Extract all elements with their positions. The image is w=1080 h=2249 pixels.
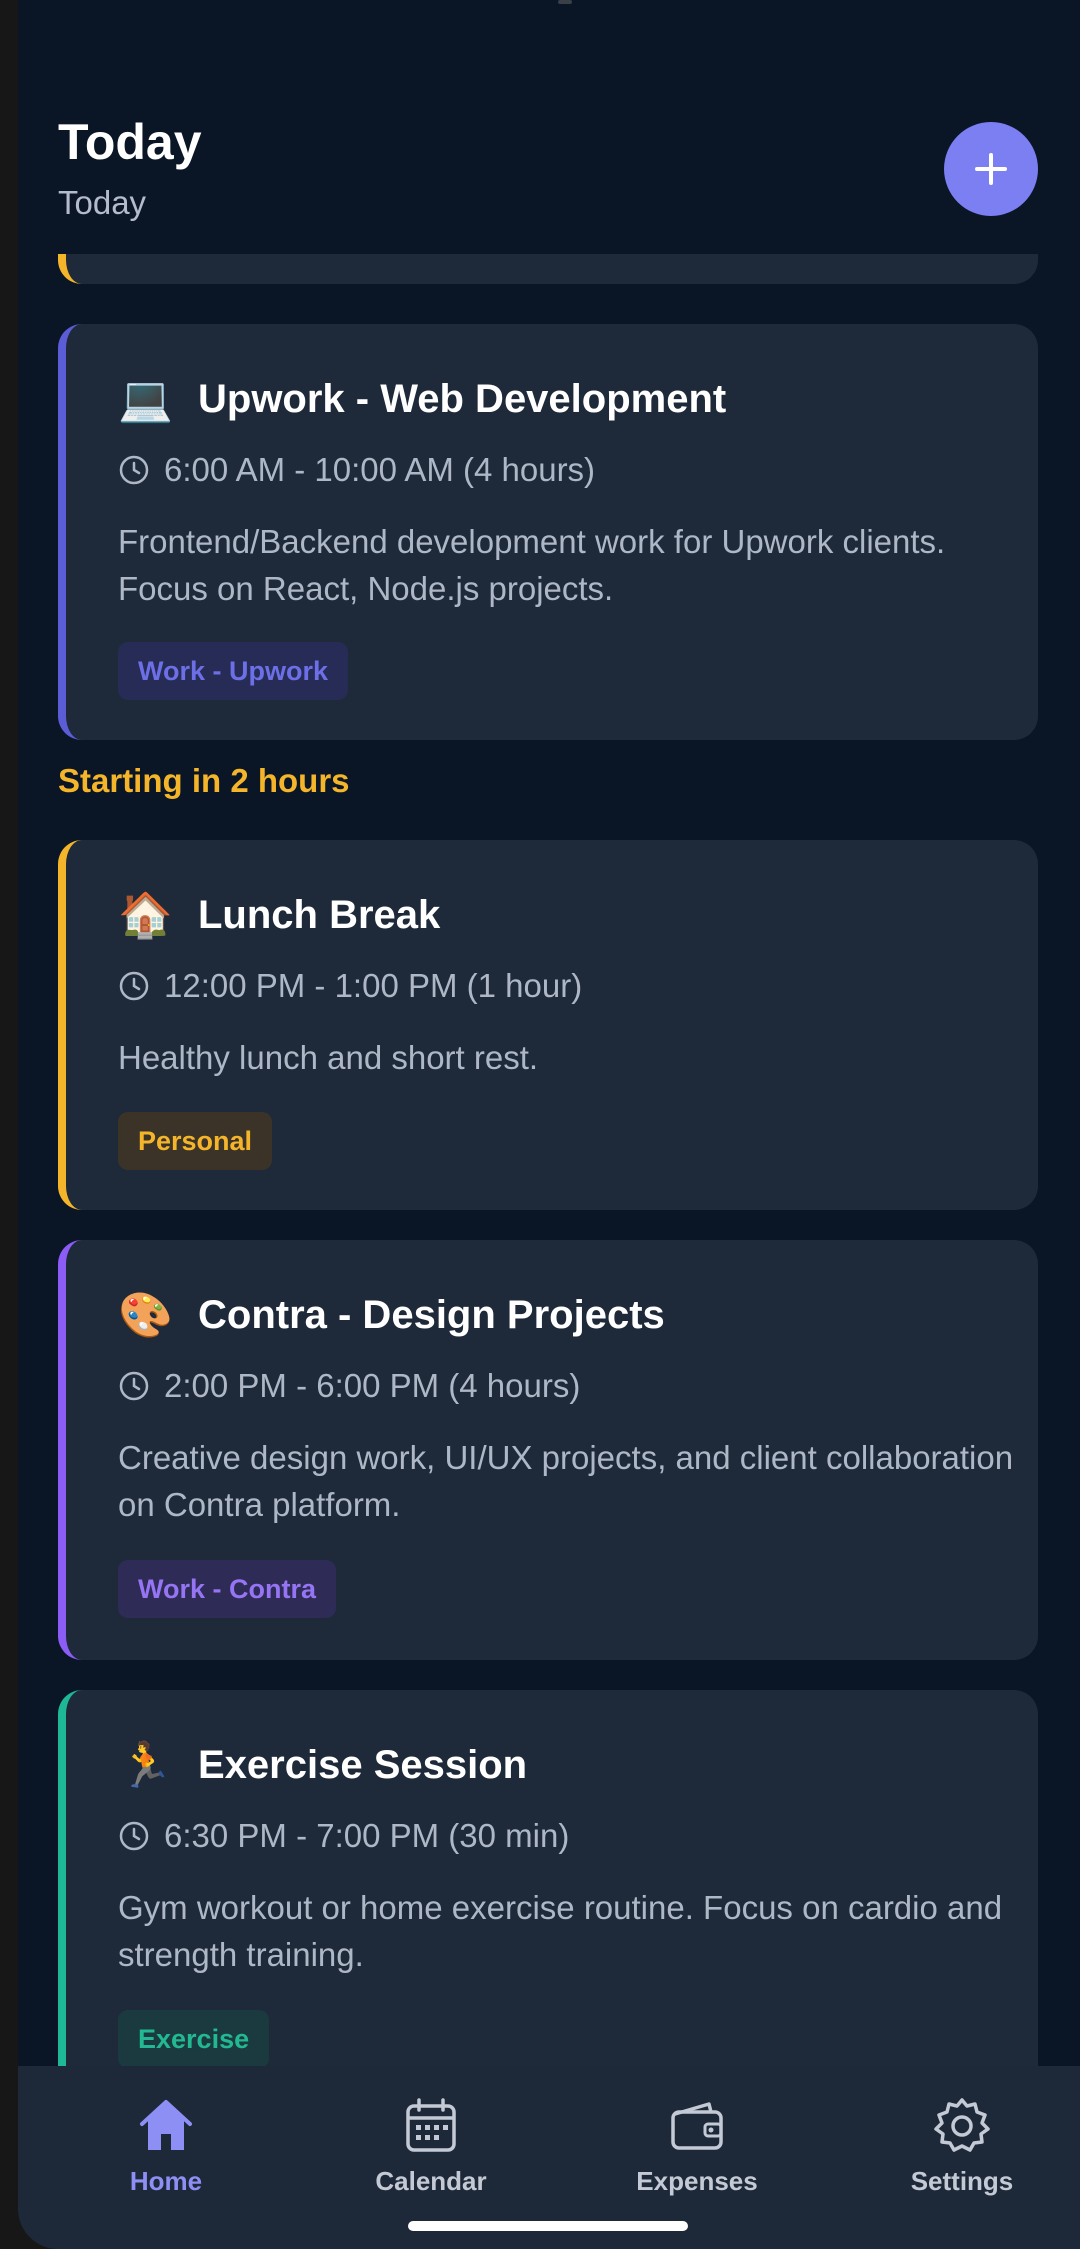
nav-item-expenses[interactable]: Expenses <box>597 2094 797 2197</box>
event-time: 12:00 PM - 1:00 PM (1 hour) <box>164 967 583 1004</box>
wallet-icon <box>671 2102 723 2150</box>
clock-icon <box>119 971 149 1001</box>
event-time-row: 2:00 PM - 6:00 PM (4 hours) <box>118 1364 580 1408</box>
palette-icon: 🎨 <box>118 1291 173 1340</box>
nav-label: Expenses <box>636 2166 758 2196</box>
schedule-list[interactable]: 💻 Upwork - Web Development 6:00 AM - 10:… <box>58 254 1038 2066</box>
event-card[interactable]: 💻 Upwork - Web Development 6:00 AM - 10:… <box>58 324 1038 740</box>
page-header: Today Today <box>58 110 202 224</box>
category-tag: Exercise <box>118 2010 270 2066</box>
event-title: Lunch Break <box>198 892 441 937</box>
event-card[interactable]: 🎨 Contra - Design Projects 2:00 PM - 6:0… <box>58 1240 1038 1660</box>
event-title: Contra - Design Projects <box>198 1292 665 1337</box>
home-icon <box>140 2100 192 2150</box>
event-description: Gym workout or home exercise routine. Fo… <box>118 1889 1003 1973</box>
page-title: Today <box>58 114 202 170</box>
event-time-row: 6:00 AM - 10:00 AM (4 hours) <box>118 448 595 492</box>
gear-icon <box>934 2098 990 2152</box>
clock-icon <box>119 455 149 485</box>
clock-icon <box>119 1371 149 1401</box>
camera-notch <box>558 0 572 4</box>
laptop-icon: 💻 <box>118 375 173 424</box>
nav-item-calendar[interactable]: Calendar <box>331 2094 531 2197</box>
event-description: Creative design work, UI/UX projects, an… <box>118 1439 1014 1523</box>
event-card[interactable]: 🏠 Lunch Break 12:00 PM - 1:00 PM (1 hour… <box>58 840 1038 1210</box>
nav-item-settings[interactable]: Settings <box>862 2094 1062 2197</box>
event-time: 6:00 AM - 10:00 AM (4 hours) <box>164 451 596 488</box>
event-title: Exercise Session <box>198 1742 528 1787</box>
event-time-row: 6:30 PM - 7:00 PM (30 min) <box>118 1814 569 1858</box>
nav-label: Settings <box>910 2166 1014 2196</box>
running-icon: 🏃 <box>118 1741 173 1790</box>
event-title-row: 🎨 Contra - Design Projects <box>118 1290 665 1340</box>
category-tag: Work - Contra <box>118 1560 337 1618</box>
event-title-row: 🏃 Exercise Session <box>118 1740 527 1790</box>
category-tag: Personal <box>118 1112 273 1170</box>
event-time-row: 12:00 PM - 1:00 PM (1 hour) <box>118 964 582 1008</box>
event-card-previous[interactable] <box>58 254 1038 284</box>
event-title-row: 🏠 Lunch Break <box>118 890 440 940</box>
nav-label: Home <box>129 2166 203 2196</box>
event-description: Frontend/Backend development work for Up… <box>118 523 946 607</box>
home-indicator[interactable] <box>408 2221 688 2231</box>
add-event-button[interactable] <box>944 122 1038 216</box>
category-tag: Work - Upwork <box>118 642 349 700</box>
event-card[interactable]: 🏃 Exercise Session 6:30 PM - 7:00 PM (30… <box>58 1690 1038 2066</box>
app-screen: Today Today 💻 Upwork - Web Development 6… <box>18 0 1080 2249</box>
event-description: Healthy lunch and short rest. <box>118 1039 539 1076</box>
event-title-row: 💻 Upwork - Web Development <box>118 374 726 424</box>
event-title: Upwork - Web Development <box>198 376 727 421</box>
clock-icon <box>119 1821 149 1851</box>
page-subtitle: Today <box>58 184 147 221</box>
calendar-icon <box>406 2098 456 2152</box>
section-label: Starting in 2 hours <box>58 762 350 799</box>
event-time: 2:00 PM - 6:00 PM (4 hours) <box>164 1367 581 1404</box>
event-time: 6:30 PM - 7:00 PM (30 min) <box>164 1817 570 1854</box>
plus-icon <box>975 153 1007 185</box>
house-icon: 🏠 <box>118 891 173 940</box>
nav-label: Calendar <box>375 2166 487 2196</box>
nav-item-home[interactable]: Home <box>66 2094 266 2197</box>
